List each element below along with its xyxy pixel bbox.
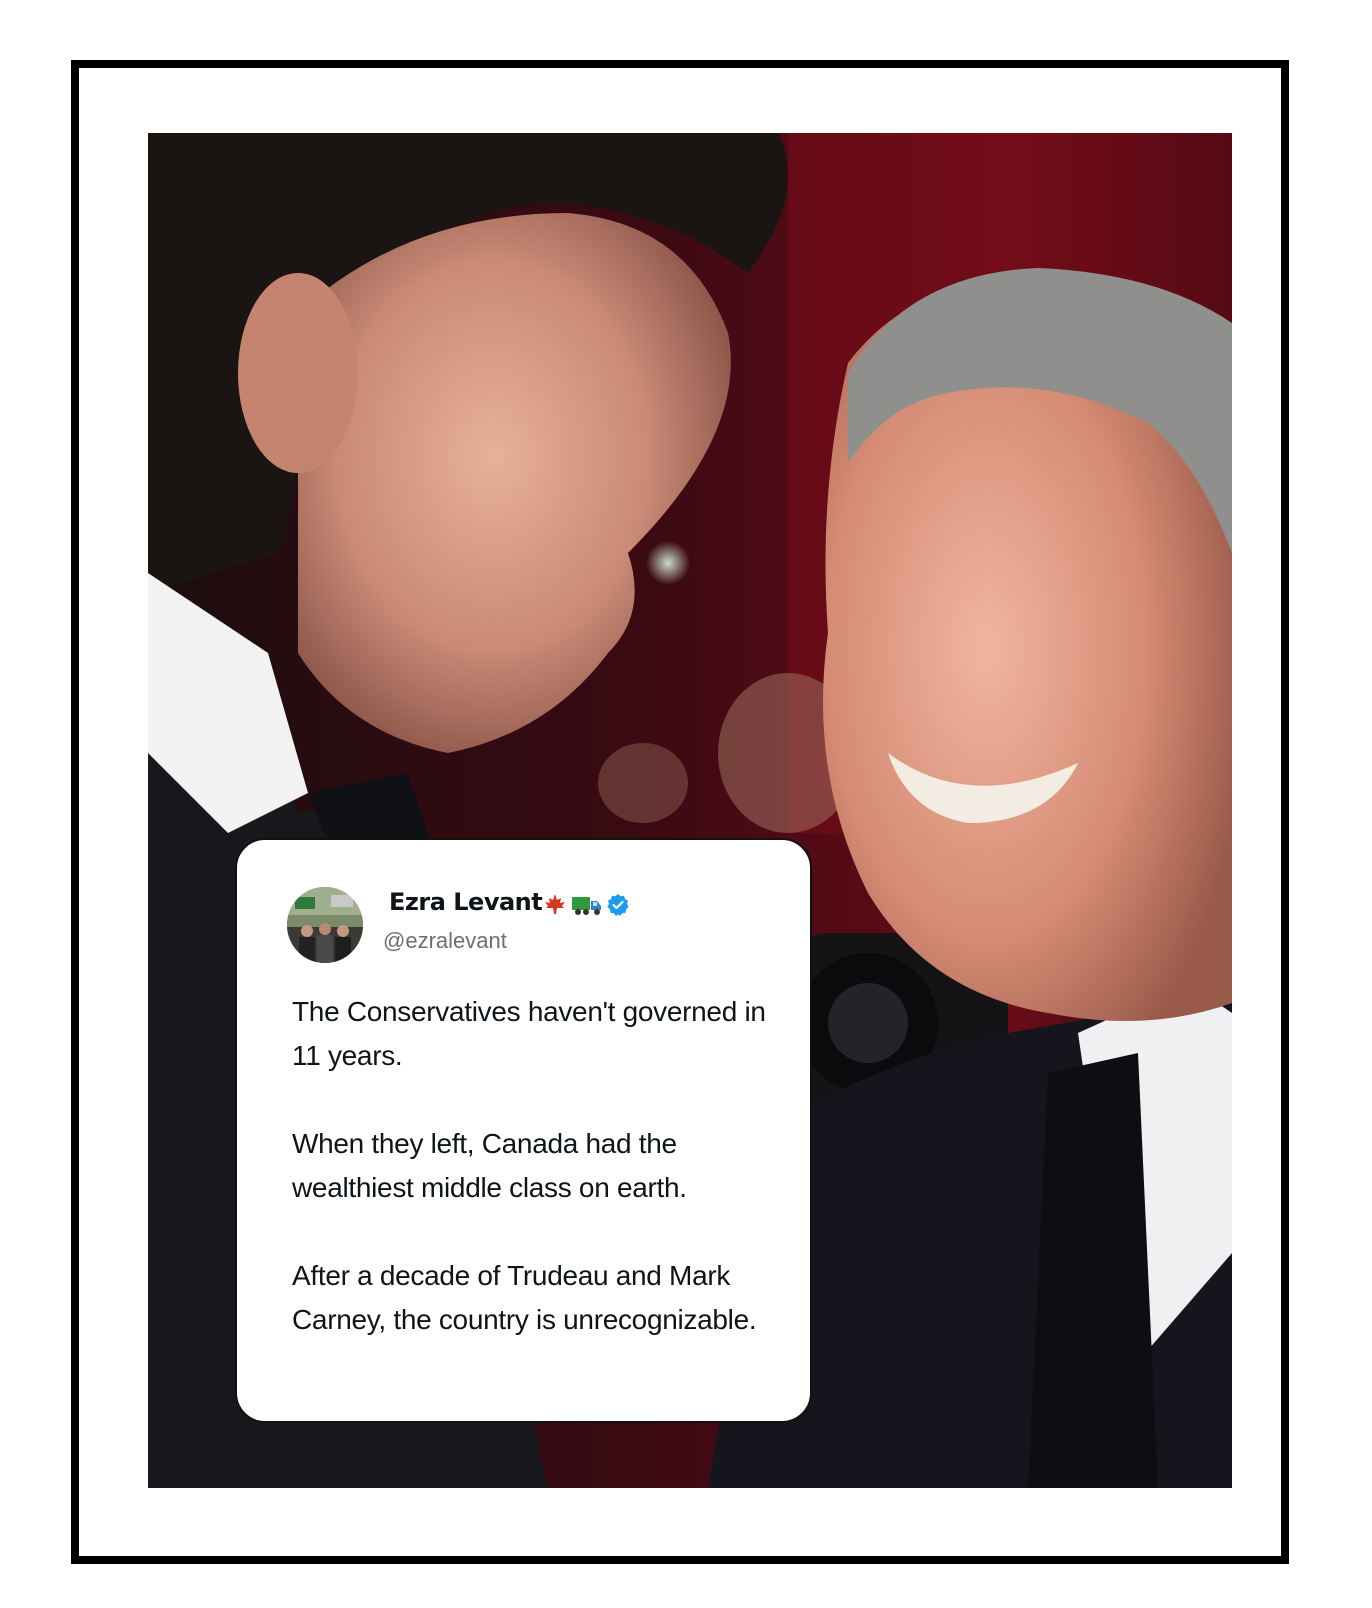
truck-icon (572, 897, 601, 915)
tweet-paragraph: The Conservatives haven't governed in 11… (292, 996, 766, 1071)
avatar[interactable] (287, 887, 363, 963)
tweet-paragraph: After a decade of Trudeau and Mark Carne… (292, 1260, 757, 1335)
author-handle[interactable]: @ezralevant (383, 928, 507, 954)
tweet-paragraph: When they left, Canada had the wealthies… (292, 1128, 687, 1203)
author-name[interactable]: Ezra Levant (389, 888, 543, 916)
tweet-card: Ezra Levant @ezralevant The Conservative… (235, 838, 812, 1423)
tweet-text: The Conservatives haven't governed in 11… (292, 990, 772, 1342)
author-name-icons (542, 888, 630, 922)
maple-leaf-icon (545, 894, 565, 914)
verified-badge-icon (607, 894, 629, 916)
